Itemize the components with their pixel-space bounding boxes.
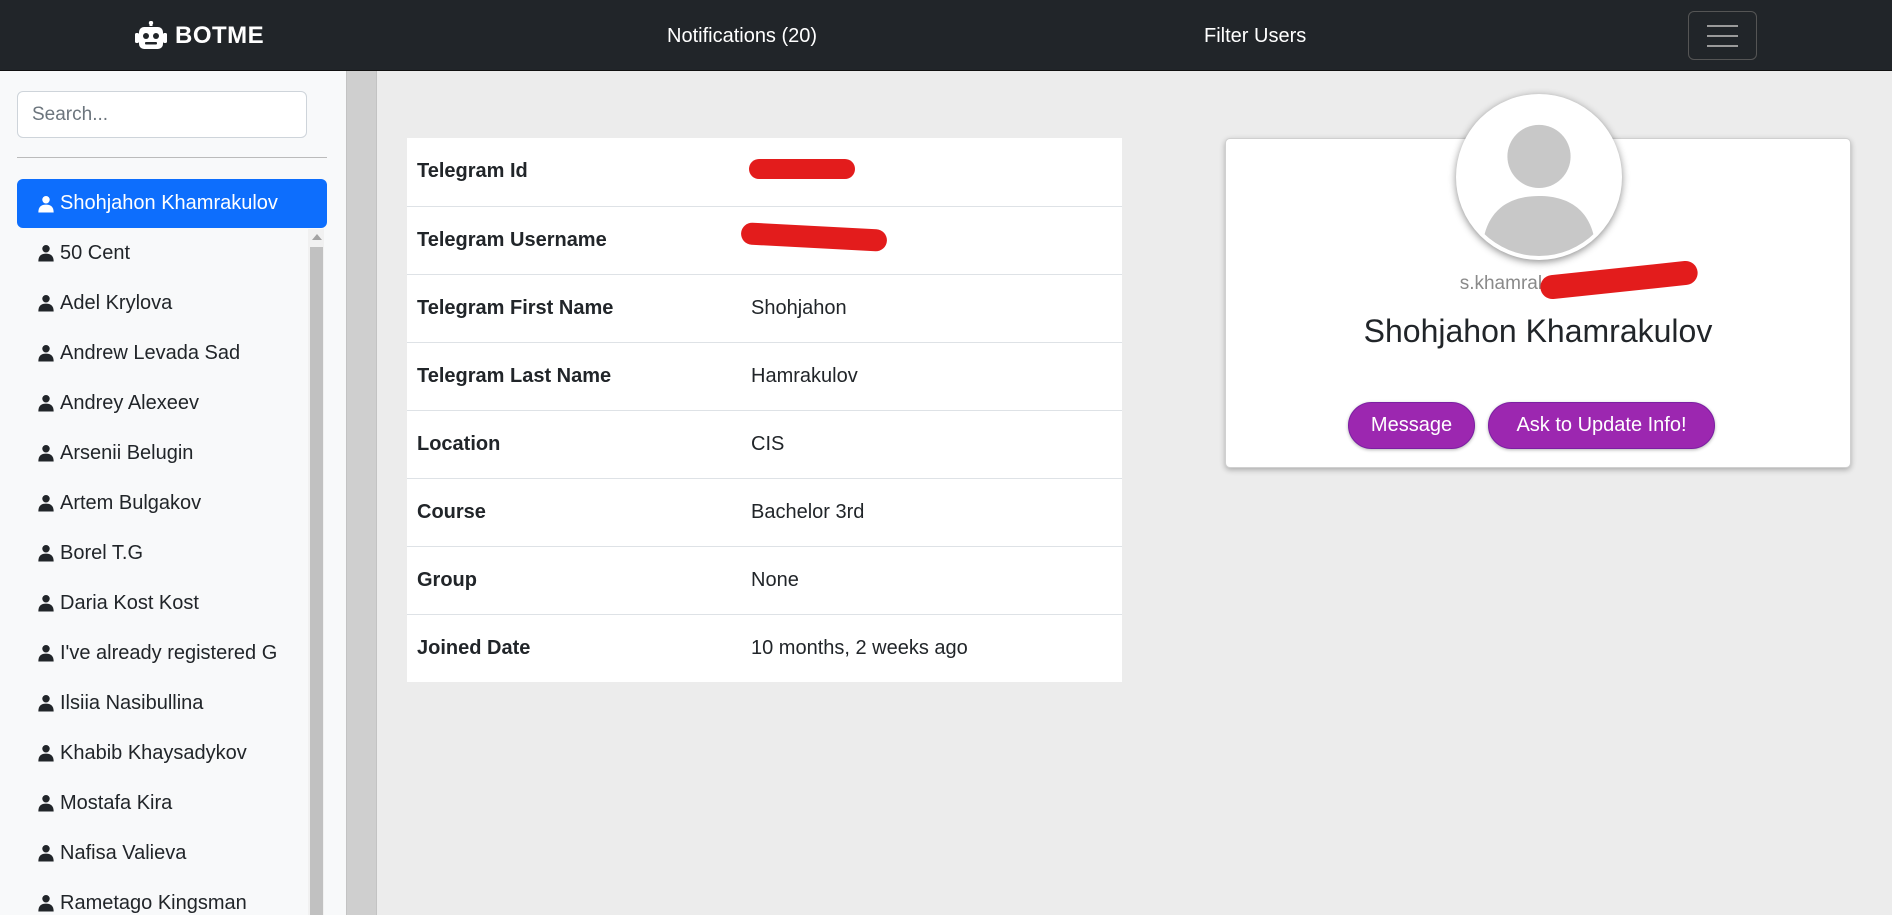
user-item-label: 50 Cent xyxy=(60,241,131,264)
table-row: Group None xyxy=(407,546,1122,615)
person-icon xyxy=(38,745,54,762)
user-item-label: Artem Bulgakov xyxy=(60,491,202,514)
user-item[interactable]: I've already registered G xyxy=(17,628,307,678)
redaction-mark xyxy=(749,158,855,179)
ask-update-info-button[interactable]: Ask to Update Info! xyxy=(1488,402,1715,449)
scrollbar-thumb[interactable] xyxy=(310,247,323,915)
notifications-link[interactable]: Notifications (20) xyxy=(667,25,817,48)
profile-name: Shohjahon Khamrakulov xyxy=(1363,313,1713,349)
user-item[interactable]: Artem Bulgakov xyxy=(17,478,307,528)
user-details-table: Telegram Id Telegram Username Telegram F… xyxy=(407,138,1122,682)
user-item-active[interactable]: Shohjahon Khamrakulov xyxy=(17,179,327,228)
table-row: Telegram Last Name Hamrakulov xyxy=(407,342,1122,411)
detail-value: 10 months, 2 weeks ago xyxy=(751,636,968,659)
redaction-mark xyxy=(740,222,888,252)
person-icon xyxy=(38,595,54,612)
person-icon xyxy=(38,495,54,512)
detail-label: Location xyxy=(407,410,749,479)
user-item-label: I've already registered G xyxy=(60,641,278,664)
detail-label: Telegram Id xyxy=(407,138,749,207)
navbar-toggler-button[interactable] xyxy=(1688,11,1757,60)
detail-value: CIS xyxy=(749,410,1122,479)
person-icon xyxy=(38,195,54,212)
table-row: Course Bachelor 3rd xyxy=(407,478,1122,547)
person-icon xyxy=(38,645,54,662)
person-icon xyxy=(38,445,54,462)
table-row: Telegram Id xyxy=(407,138,1122,207)
top-navbar: BOTME Notifications (20) Filter Users xyxy=(0,0,1892,71)
user-item-label: Rametago Kingsman xyxy=(60,891,247,914)
user-item[interactable]: Andrew Levada Sad xyxy=(17,328,307,378)
user-item-label: Adel Krylova xyxy=(60,291,173,314)
detail-label: Telegram Username xyxy=(407,206,749,275)
user-item[interactable]: Nafisa Valieva xyxy=(17,828,307,878)
detail-value: Bachelor 3rd xyxy=(749,478,1122,547)
user-item[interactable]: Andrey Alexeev xyxy=(17,378,307,428)
table-row: Joined Date 10 months, 2 weeks ago xyxy=(407,614,1122,682)
message-button[interactable]: Message xyxy=(1348,402,1475,449)
person-icon xyxy=(38,395,54,412)
user-item-label: Shohjahon Khamrakulov xyxy=(60,192,278,214)
user-item-label: Mostafa Kira xyxy=(60,791,173,814)
table-row: Telegram Username xyxy=(407,206,1122,275)
detail-label: Telegram First Name xyxy=(407,274,749,343)
user-item[interactable]: Khabib Khaysadykov xyxy=(17,728,307,778)
user-item[interactable]: Daria Kost Kost xyxy=(17,578,307,628)
brand-link[interactable]: BOTME xyxy=(135,20,264,52)
detail-value xyxy=(740,206,1122,275)
user-item-label: Ilsiia Nasibullina xyxy=(60,691,204,714)
detail-label: Telegram Last Name xyxy=(407,342,749,411)
robot-icon xyxy=(135,21,167,49)
person-icon xyxy=(38,295,54,312)
users-sidebar: Shohjahon Khamrakulov 50 Cent Adel Krylo… xyxy=(0,71,346,915)
person-icon xyxy=(38,895,54,912)
user-list[interactable]: 50 Cent Adel Krylova Andrew Levada Sad A… xyxy=(17,228,307,915)
user-item-label: Nafisa Valieva xyxy=(60,841,187,864)
user-item[interactable]: 50 Cent xyxy=(17,228,307,278)
user-item-label: Daria Kost Kost xyxy=(60,591,199,614)
person-icon xyxy=(38,845,54,862)
scroll-up-arrow-icon[interactable] xyxy=(312,234,322,240)
default-avatar-icon xyxy=(1460,98,1618,256)
filter-users-link[interactable]: Filter Users xyxy=(1204,25,1306,48)
user-item-label: Andrew Levada Sad xyxy=(60,341,241,364)
user-item[interactable]: Arsenii Belugin xyxy=(17,428,307,478)
detail-value: Shohjahon xyxy=(749,274,1122,343)
detail-label: Course xyxy=(407,478,749,547)
table-row: Telegram First Name Shohjahon xyxy=(407,274,1122,343)
panel-divider xyxy=(346,71,377,915)
detail-value: None xyxy=(749,546,1122,615)
detail-value xyxy=(749,138,1122,207)
user-item[interactable]: Borel T.G xyxy=(17,528,307,578)
sidebar-divider xyxy=(17,157,327,158)
user-item-label: Andrey Alexeev xyxy=(60,391,199,414)
user-item[interactable]: Mostafa Kira xyxy=(17,778,307,828)
hamburger-icon xyxy=(1707,24,1738,27)
search-input[interactable] xyxy=(17,91,307,138)
profile-email: s.khamrakulov@in xyxy=(1459,273,1617,294)
detail-value: Hamrakulov xyxy=(749,342,1122,411)
table-row: Location CIS xyxy=(407,410,1122,479)
detail-label: Joined Date xyxy=(417,636,531,659)
person-icon xyxy=(38,795,54,812)
user-item[interactable]: Rametago Kingsman xyxy=(17,878,307,915)
person-icon xyxy=(38,345,54,362)
avatar xyxy=(1456,94,1622,260)
brand-name: BOTME xyxy=(175,22,265,49)
person-icon xyxy=(38,695,54,712)
detail-label: Group xyxy=(407,546,749,615)
person-icon xyxy=(38,545,54,562)
user-list-scrollbar[interactable] xyxy=(308,229,324,915)
user-item[interactable]: Ilsiia Nasibullina xyxy=(17,678,307,728)
user-item-label: Arsenii Belugin xyxy=(60,441,194,464)
user-item[interactable]: Adel Krylova xyxy=(17,278,307,328)
user-item-label: Borel T.G xyxy=(60,541,143,564)
person-icon xyxy=(38,245,54,262)
user-item-label: Khabib Khaysadykov xyxy=(60,741,247,764)
